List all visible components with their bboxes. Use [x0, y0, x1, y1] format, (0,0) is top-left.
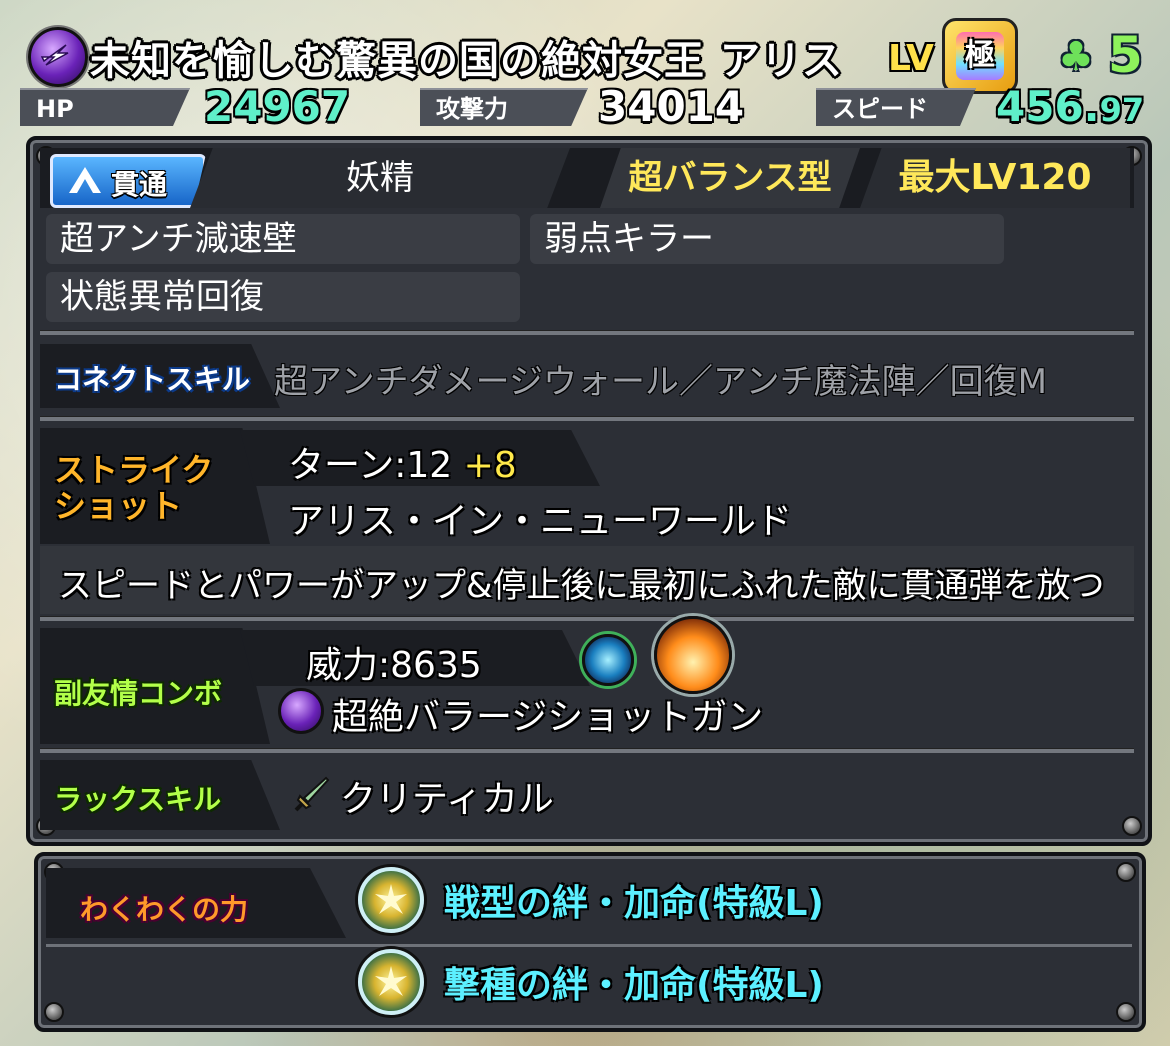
divider [40, 748, 1134, 753]
divider [46, 944, 1132, 947]
speed-label: スピード [816, 88, 976, 126]
hp-value: 24967 [204, 82, 351, 131]
battle-type: 超バランス型 [600, 148, 860, 208]
sub-combo-label: 副友情コンボ [54, 677, 223, 710]
ability-slot: 状態異常回復 [46, 272, 520, 322]
divider [40, 330, 1134, 335]
strike-shot-label-box: ストライク ショット [40, 428, 270, 544]
divider [40, 616, 1134, 621]
waku-waku-panel: わくわくの力 戦型の絆・加命(特級L) 撃種の絆・加命(特級L) [34, 852, 1146, 1032]
waku-item: 撃種の絆・加命(特級L) [358, 949, 824, 1015]
waku-bond-icon [358, 867, 424, 933]
laser-combo-icon [582, 634, 634, 686]
strike-shot-label-line1: ストライク [54, 451, 214, 489]
waku-label-box: わくわくの力 [46, 868, 346, 938]
ability-slot: 超アンチ減速壁 [46, 214, 520, 264]
attack-value: 34014 [598, 82, 745, 131]
connect-skill-label-box: コネクトスキル [40, 344, 280, 408]
sub-combo-row: 副友情コンボ 威力:8635 超絶バラージショットガン [40, 616, 1134, 744]
type-row: 貫通 妖精 超バランス型 最大LV120 [40, 148, 1134, 208]
monster-name: 未知を愉しむ驚異の国の絶対女王 アリス [90, 38, 843, 84]
sword-icon [292, 774, 332, 814]
pierce-arrow-icon [69, 167, 101, 193]
speed-value: 456.97 [996, 82, 1144, 131]
clover-icon: ♣ [1058, 34, 1094, 80]
connect-skill-row: コネクトスキル 超アンチダメージウォール／アンチ魔法陣／回復M [40, 340, 1134, 412]
strike-shot-description-row: スピードとパワーがアップ&停止後に最初にふれた敵に貫通弾を放つ [40, 546, 1134, 614]
strike-shot-row: ストライク ショット ターン:12 +8 アリス・イン・ニューワールド [40, 424, 1134, 544]
connect-skill-label: コネクトスキル [54, 363, 251, 396]
pierce-badge: 貫通 [50, 154, 206, 208]
luck-skill-row: ラックスキル クリティカル [40, 756, 1134, 830]
waku-item-text: 戦型の絆・加命(特級L) [444, 883, 824, 924]
sub-combo-label-box: 副友情コンボ [40, 628, 270, 744]
waku-item-text: 撃種の絆・加命(特級L) [444, 965, 824, 1006]
turn-count: ターン:12 +8 [288, 436, 517, 486]
speed-value-dec: 97 [1099, 91, 1145, 129]
sub-combo-name: 超絶バラージショットガン [332, 697, 764, 738]
luck-skill-name: クリティカル [340, 779, 554, 820]
shotgun-combo-icon [654, 616, 732, 694]
monster-detail-panel: 貫通 妖精 超バランス型 最大LV120 超アンチ減速壁 弱点キラー 状態異常回… [26, 136, 1152, 846]
strike-shot-name: アリス・イン・ニューワールド [288, 501, 793, 542]
level-label: LV [888, 38, 934, 79]
turn-text: ターン:12 [288, 445, 453, 486]
ability-slot: 弱点キラー [530, 214, 1004, 264]
title-row: 未知を愉しむ驚異の国の絶対女王 アリス LV 極 ♣ 5 [28, 18, 1158, 94]
turn-box: ターン:12 +8 [240, 430, 600, 486]
waku-label: わくわくの力 [80, 893, 249, 926]
hp-label: HP [20, 88, 190, 126]
waku-bond-icon [358, 949, 424, 1015]
luck-value: 5 [1108, 26, 1143, 84]
speed-value-int: 456. [996, 82, 1100, 131]
dark-element-icon [28, 27, 88, 87]
connect-skill-text: 超アンチダメージウォール／アンチ魔法陣／回復M [274, 362, 1047, 402]
race: 妖精 [190, 148, 570, 208]
rivet [1116, 862, 1136, 882]
rivet [44, 1002, 64, 1022]
turn-plus: +8 [463, 445, 517, 486]
level-badge-text: 極 [956, 32, 1004, 80]
luck-skill-label-box: ラックスキル [40, 760, 280, 830]
dark-element-small-icon [278, 688, 324, 734]
strike-shot-label-line2: ショット [54, 487, 183, 525]
pierce-badge-label: 貫通 [111, 168, 168, 201]
sub-combo-power: 威力:8635 [306, 645, 482, 686]
attack-label: 攻撃力 [420, 88, 588, 126]
rivet [1116, 1002, 1136, 1022]
strike-shot-description: スピードとパワーがアップ&停止後に最初にふれた敵に貫通弾を放つ [58, 566, 1105, 606]
luck-skill-label: ラックスキル [54, 783, 222, 816]
max-level: 最大LV120 [860, 148, 1130, 208]
waku-item: 戦型の絆・加命(特級L) [358, 867, 824, 933]
power-box: 威力:8635 [240, 630, 590, 686]
divider [40, 416, 1134, 421]
